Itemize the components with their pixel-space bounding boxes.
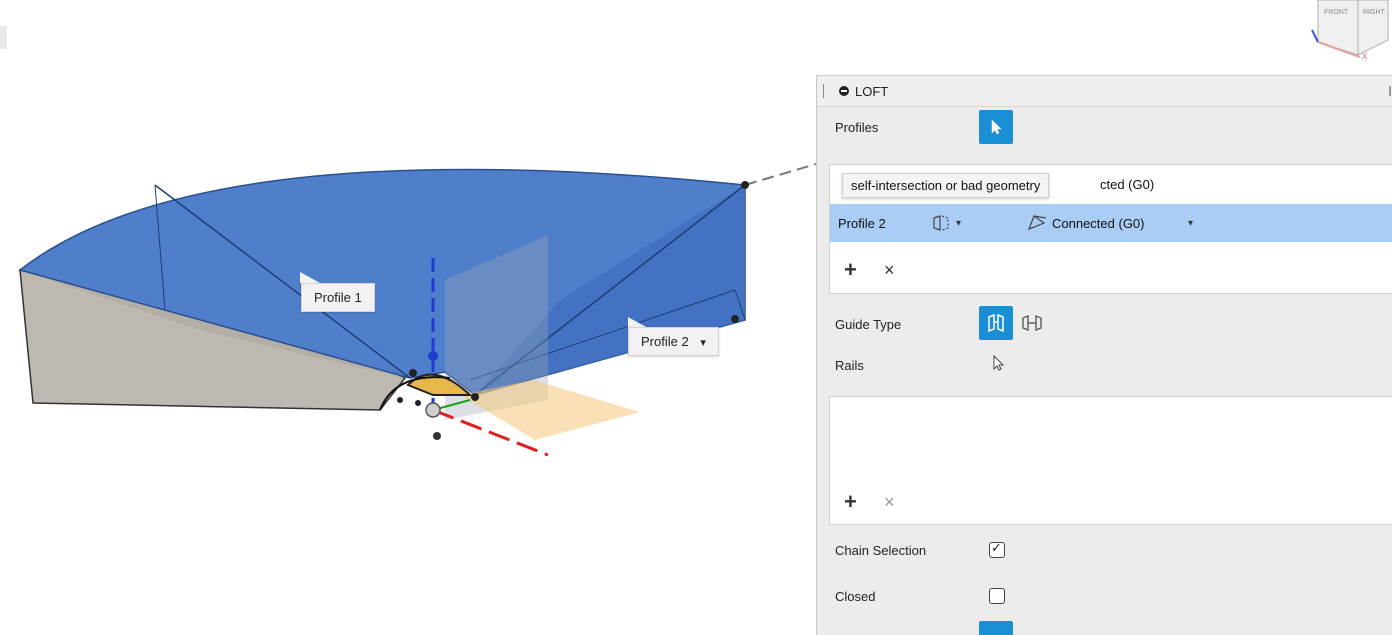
profile-2-label-text: Profile 2	[641, 334, 689, 349]
profiles-row: Profiles	[817, 107, 1392, 147]
z-handle[interactable]	[428, 351, 438, 361]
profile-1-continuity[interactable]: cted (G0)	[1100, 177, 1154, 192]
vertex-point[interactable]	[415, 400, 421, 406]
vertex-point[interactable]	[741, 181, 749, 189]
closed-row: Closed	[817, 580, 1392, 612]
profiles-select-button[interactable]	[979, 110, 1013, 144]
profile-2-name: Profile 2	[838, 215, 886, 231]
guide-type-row: Guide Type	[817, 304, 1392, 344]
profiles-list: cted (G0) self-intersection or bad geome…	[829, 164, 1392, 294]
add-profile-button[interactable]: +	[844, 259, 857, 281]
rails-list[interactable]: + ×	[829, 396, 1392, 525]
closed-label: Closed	[835, 588, 876, 604]
profile-row-2[interactable]: Profile 2 ▾ Connected (G0) ▾	[830, 204, 1392, 242]
vertex-point[interactable]	[731, 315, 739, 323]
dialog-header[interactable]: LOFT	[817, 76, 1392, 107]
drag-grip-icon[interactable]	[823, 84, 827, 98]
remove-profile-button[interactable]: ×	[884, 261, 895, 279]
view-cube[interactable]: FRONT RIGHT X	[1302, 0, 1392, 62]
rails-guide-icon	[988, 314, 1004, 332]
dialog-title: LOFT	[855, 83, 889, 99]
cursor-arrow-icon	[993, 355, 1005, 371]
rails-select-button[interactable]	[982, 347, 1016, 381]
remove-rail-button[interactable]: ×	[884, 493, 895, 511]
profile-row-1[interactable]: cted (G0) self-intersection or bad geome…	[830, 165, 1392, 203]
view-cube-front-face[interactable]: FRONT	[1324, 9, 1349, 16]
centerline-guide-icon	[1022, 315, 1042, 331]
continuity-icon[interactable]	[1026, 214, 1048, 232]
profile-2-label[interactable]: Profile 2 ▾	[628, 327, 719, 356]
profiles-label: Profiles	[835, 119, 879, 135]
guide-line	[744, 163, 817, 186]
error-tooltip: self-intersection or bad geometry	[842, 173, 1050, 198]
chain-selection-row: Chain Selection ✓	[817, 534, 1392, 566]
vertex-point[interactable]	[409, 369, 417, 377]
error-tooltip-text: self-intersection or bad geometry	[851, 178, 1041, 193]
chevron-down-icon[interactable]: ▾	[700, 337, 706, 349]
end-condition-caret-icon[interactable]: ▾	[956, 218, 961, 229]
guide-type-rails-button[interactable]	[979, 306, 1013, 340]
profile-2-continuity[interactable]: Connected (G0)	[1052, 216, 1145, 231]
collapse-icon[interactable]	[839, 86, 849, 96]
add-rail-button[interactable]: +	[844, 491, 857, 513]
edge-option-icon	[1031, 630, 1053, 635]
end-condition-icon[interactable]	[930, 214, 952, 232]
loft-dialog: LOFT Profiles cted (G0) self-intersectio…	[816, 75, 1392, 635]
chain-selection-checkbox[interactable]: ✓	[989, 540, 1005, 558]
vertex-point[interactable]	[471, 393, 479, 401]
vertex-point[interactable]	[433, 432, 441, 440]
tangent-edges-keep-button[interactable]	[1025, 621, 1059, 635]
rails-label: Rails	[835, 357, 864, 373]
dialog-menu-grip-icon[interactable]	[1389, 86, 1391, 96]
profile-1-label[interactable]: Profile 1	[301, 283, 375, 312]
view-cube-x-label: X	[1362, 52, 1368, 61]
continuity-caret-icon[interactable]: ▾	[1188, 218, 1193, 229]
vertex-point[interactable]	[397, 397, 403, 403]
view-cube-z-axis	[1311, 29, 1319, 43]
guide-type-label: Guide Type	[835, 316, 902, 332]
view-cube-right-face[interactable]: RIGHT	[1363, 9, 1386, 16]
tangent-edges-merge-button[interactable]	[979, 621, 1013, 635]
rails-row: Rails	[817, 346, 1392, 384]
closed-checkbox[interactable]	[989, 588, 1005, 604]
cursor-arrow-icon	[991, 119, 1002, 135]
check-icon: ✓	[991, 540, 1002, 555]
origin-point[interactable]	[425, 402, 441, 418]
model-canvas[interactable]	[0, 0, 820, 634]
profile-1-label-text: Profile 1	[314, 290, 362, 305]
chain-selection-label: Chain Selection	[835, 542, 927, 558]
guide-type-centerline-button[interactable]	[1015, 306, 1049, 340]
